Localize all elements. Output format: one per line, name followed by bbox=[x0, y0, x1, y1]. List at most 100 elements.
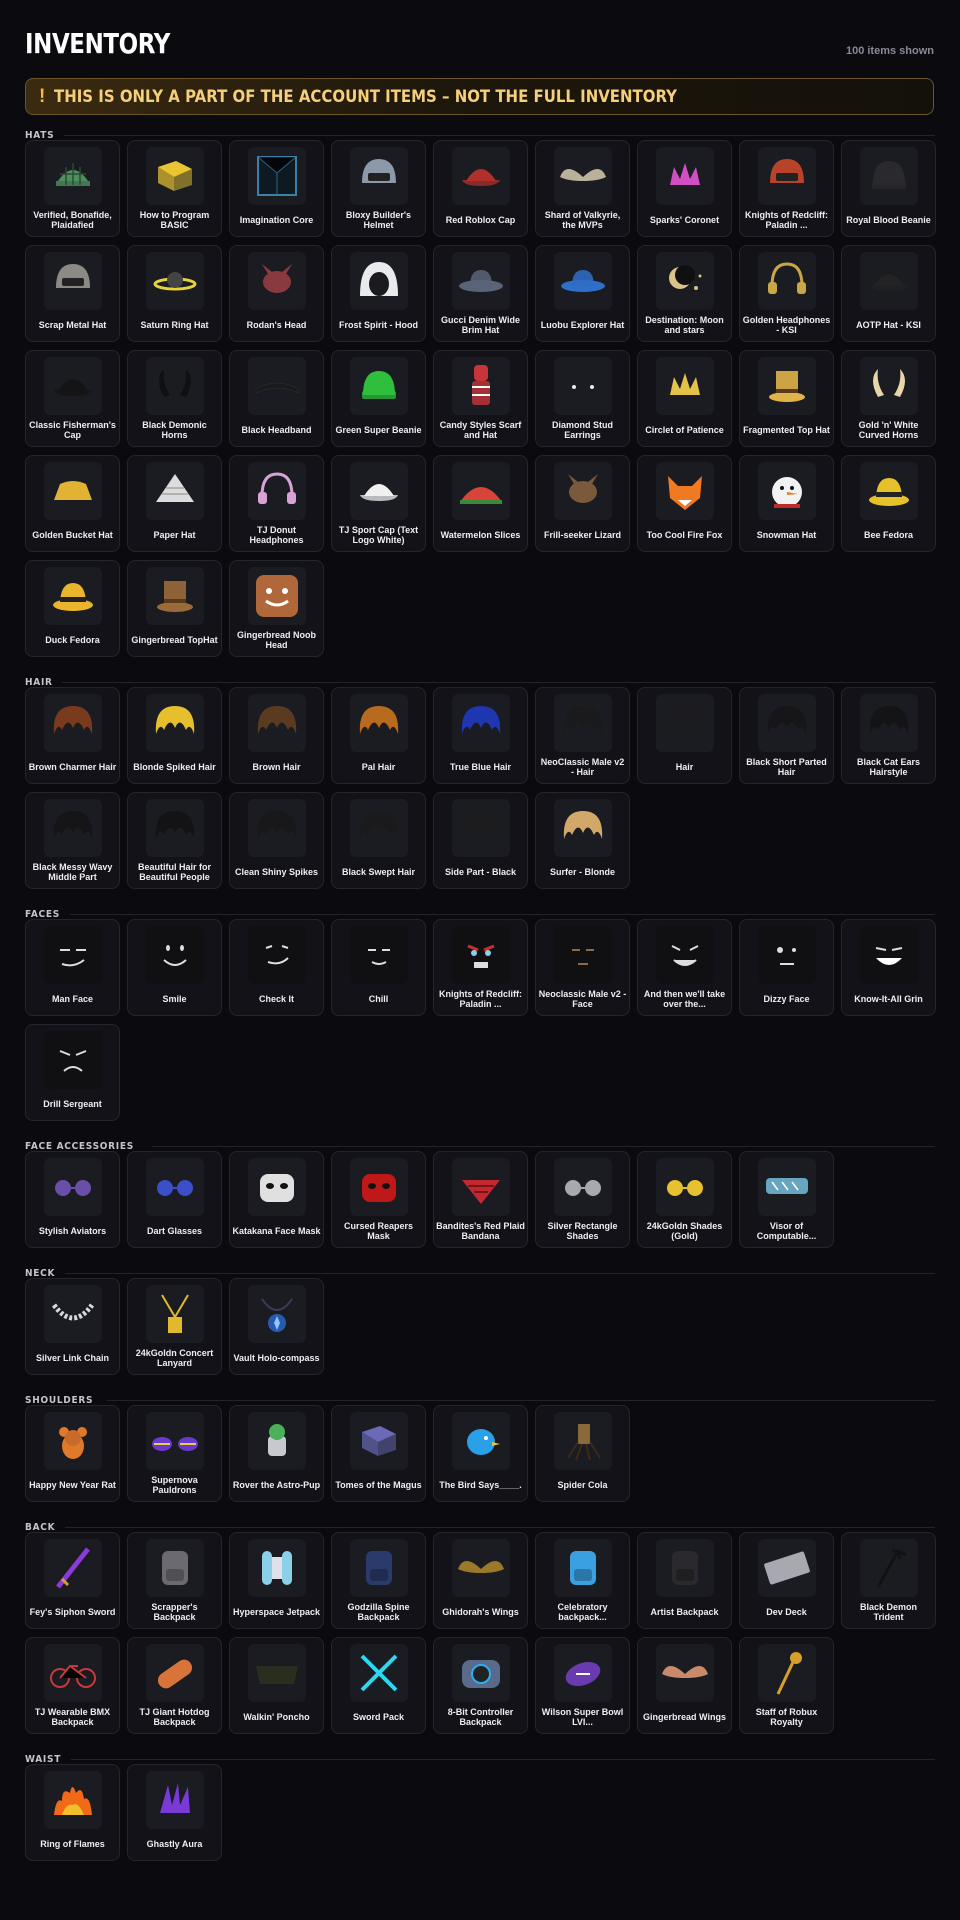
item-card[interactable]: Diamond Stud Earrings bbox=[535, 350, 630, 447]
item-card[interactable]: Royal Blood Beanie bbox=[841, 140, 936, 237]
item-card[interactable]: Silver Link Chain bbox=[25, 1278, 120, 1375]
item-card[interactable]: Celebratory backpack... bbox=[535, 1532, 630, 1629]
item-card[interactable]: Check It bbox=[229, 919, 324, 1016]
item-card[interactable]: Destination: Moon and stars bbox=[637, 245, 732, 342]
item-card[interactable]: Imagination Core bbox=[229, 140, 324, 237]
item-card[interactable]: Brown Charmer Hair bbox=[25, 687, 120, 784]
item-card[interactable]: Visor of Computable... bbox=[739, 1151, 834, 1248]
item-card[interactable]: Red Roblox Cap bbox=[433, 140, 528, 237]
item-card[interactable]: Blonde Spiked Hair bbox=[127, 687, 222, 784]
item-card[interactable]: Hyperspace Jetpack bbox=[229, 1532, 324, 1629]
item-card[interactable]: Black Demon Trident bbox=[841, 1532, 936, 1629]
item-card[interactable]: Tomes of the Magus bbox=[331, 1405, 426, 1502]
item-card[interactable]: Pal Hair bbox=[331, 687, 426, 784]
item-card[interactable]: Black Swept Hair bbox=[331, 792, 426, 889]
item-card[interactable]: Man Face bbox=[25, 919, 120, 1016]
item-card[interactable]: Frost Spirit - Hood bbox=[331, 245, 426, 342]
item-card[interactable]: Surfer - Blonde bbox=[535, 792, 630, 889]
item-card[interactable]: Spider Cola bbox=[535, 1405, 630, 1502]
item-card[interactable]: True Blue Hair bbox=[433, 687, 528, 784]
item-card[interactable]: How to Program BASIC bbox=[127, 140, 222, 237]
item-card[interactable]: Supernova Pauldrons bbox=[127, 1405, 222, 1502]
item-card[interactable]: TJ Donut Headphones bbox=[229, 455, 324, 552]
item-card[interactable]: Neoclassic Male v2 - Face bbox=[535, 919, 630, 1016]
item-card[interactable]: Silver Rectangle Shades bbox=[535, 1151, 630, 1248]
item-card[interactable]: Frill-seeker Lizard bbox=[535, 455, 630, 552]
item-card[interactable]: Snowman Hat bbox=[739, 455, 834, 552]
item-card[interactable]: Gingerbread TopHat bbox=[127, 560, 222, 657]
item-card[interactable]: Shard of Valkyrie, the MVPs bbox=[535, 140, 630, 237]
item-card[interactable]: Fragmented Top Hat bbox=[739, 350, 834, 447]
item-card[interactable]: Katakana Face Mask bbox=[229, 1151, 324, 1248]
item-card[interactable]: Wilson Super Bowl LVI... bbox=[535, 1637, 630, 1734]
item-card[interactable]: Ghastly Aura bbox=[127, 1764, 222, 1861]
item-card[interactable]: Gingerbread Wings bbox=[637, 1637, 732, 1734]
item-card[interactable]: Duck Fedora bbox=[25, 560, 120, 657]
item-card[interactable]: 8-Bit Controller Backpack bbox=[433, 1637, 528, 1734]
item-card[interactable]: Bloxy Builder's Helmet bbox=[331, 140, 426, 237]
item-card[interactable]: Brown Hair bbox=[229, 687, 324, 784]
item-card[interactable]: Smile bbox=[127, 919, 222, 1016]
item-card[interactable]: Dart Glasses bbox=[127, 1151, 222, 1248]
item-card[interactable]: Beautiful Hair for Beautiful People bbox=[127, 792, 222, 889]
item-card[interactable]: Side Part - Black bbox=[433, 792, 528, 889]
item-card[interactable]: Clean Shiny Spikes bbox=[229, 792, 324, 889]
item-card[interactable]: TJ Giant Hotdog Backpack bbox=[127, 1637, 222, 1734]
item-card[interactable]: Dizzy Face bbox=[739, 919, 834, 1016]
item-card[interactable]: Dev Deck bbox=[739, 1532, 834, 1629]
item-card[interactable]: Drill Sergeant bbox=[25, 1024, 120, 1121]
item-card[interactable]: Rodan's Head bbox=[229, 245, 324, 342]
item-card[interactable]: Staff of Robux Royalty bbox=[739, 1637, 834, 1734]
item-card[interactable]: Walkin' Poncho bbox=[229, 1637, 324, 1734]
item-card[interactable]: Chill bbox=[331, 919, 426, 1016]
item-card[interactable]: Green Super Beanie bbox=[331, 350, 426, 447]
item-card[interactable]: Stylish Aviators bbox=[25, 1151, 120, 1248]
item-card[interactable]: Know-It-All Grin bbox=[841, 919, 936, 1016]
item-card[interactable]: Bee Fedora bbox=[841, 455, 936, 552]
item-card[interactable]: The Bird Says____. bbox=[433, 1405, 528, 1502]
item-card[interactable]: Knights of Redcliff: Paladin ... bbox=[433, 919, 528, 1016]
item-card[interactable]: Black Headband bbox=[229, 350, 324, 447]
item-card[interactable]: Vault Holo-compass bbox=[229, 1278, 324, 1375]
item-card[interactable]: Candy Styles Scarf and Hat bbox=[433, 350, 528, 447]
item-card[interactable]: Gucci Denim Wide Brim Hat bbox=[433, 245, 528, 342]
item-card[interactable]: Black Cat Ears Hairstyle bbox=[841, 687, 936, 784]
item-card[interactable]: Watermelon Slices bbox=[433, 455, 528, 552]
item-card[interactable]: Classic Fisherman's Cap bbox=[25, 350, 120, 447]
item-card[interactable]: Circlet of Patience bbox=[637, 350, 732, 447]
item-card[interactable]: Golden Headphones - KSI bbox=[739, 245, 834, 342]
item-card[interactable]: Paper Hat bbox=[127, 455, 222, 552]
item-card[interactable]: Cursed Reapers Mask bbox=[331, 1151, 426, 1248]
item-card[interactable]: NeoClassic Male v2 - Hair bbox=[535, 687, 630, 784]
item-card[interactable]: TJ Sport Cap (Text Logo White) bbox=[331, 455, 426, 552]
item-card[interactable]: Ring of Flames bbox=[25, 1764, 120, 1861]
item-card[interactable]: Black Demonic Horns bbox=[127, 350, 222, 447]
item-card[interactable]: AOTP Hat - KSI bbox=[841, 245, 936, 342]
item-card[interactable]: Verified, Bonafide, Plaidafied bbox=[25, 140, 120, 237]
item-card[interactable]: And then we'll take over the... bbox=[637, 919, 732, 1016]
item-card[interactable]: Gold 'n' White Curved Horns bbox=[841, 350, 936, 447]
item-card[interactable]: 24kGoldn Shades (Gold) bbox=[637, 1151, 732, 1248]
item-card[interactable]: 24kGoldn Concert Lanyard bbox=[127, 1278, 222, 1375]
item-card[interactable]: Artist Backpack bbox=[637, 1532, 732, 1629]
item-card[interactable]: Rover the Astro-Pup bbox=[229, 1405, 324, 1502]
item-card[interactable]: Bandites's Red Plaid Bandana bbox=[433, 1151, 528, 1248]
item-card[interactable]: Sword Pack bbox=[331, 1637, 426, 1734]
item-card[interactable]: Hair bbox=[637, 687, 732, 784]
item-card[interactable]: Gingerbread Noob Head bbox=[229, 560, 324, 657]
item-card[interactable]: Scrap Metal Hat bbox=[25, 245, 120, 342]
item-card[interactable]: Saturn Ring Hat bbox=[127, 245, 222, 342]
item-card[interactable]: Ghidorah's Wings bbox=[433, 1532, 528, 1629]
item-card[interactable]: Luobu Explorer Hat bbox=[535, 245, 630, 342]
item-card[interactable]: Black Short Parted Hair bbox=[739, 687, 834, 784]
item-card[interactable]: Too Cool Fire Fox bbox=[637, 455, 732, 552]
item-card[interactable]: TJ Wearable BMX Backpack bbox=[25, 1637, 120, 1734]
item-card[interactable]: Scrapper's Backpack bbox=[127, 1532, 222, 1629]
item-card[interactable]: Sparks' Coronet bbox=[637, 140, 732, 237]
item-card[interactable]: Black Messy Wavy Middle Part bbox=[25, 792, 120, 889]
item-card[interactable]: Happy New Year Rat bbox=[25, 1405, 120, 1502]
item-card[interactable]: Golden Bucket Hat bbox=[25, 455, 120, 552]
item-card[interactable]: Knights of Redcliff: Paladin ... bbox=[739, 140, 834, 237]
item-card[interactable]: Godzilla Spine Backpack bbox=[331, 1532, 426, 1629]
item-card[interactable]: Fey's Siphon Sword bbox=[25, 1532, 120, 1629]
